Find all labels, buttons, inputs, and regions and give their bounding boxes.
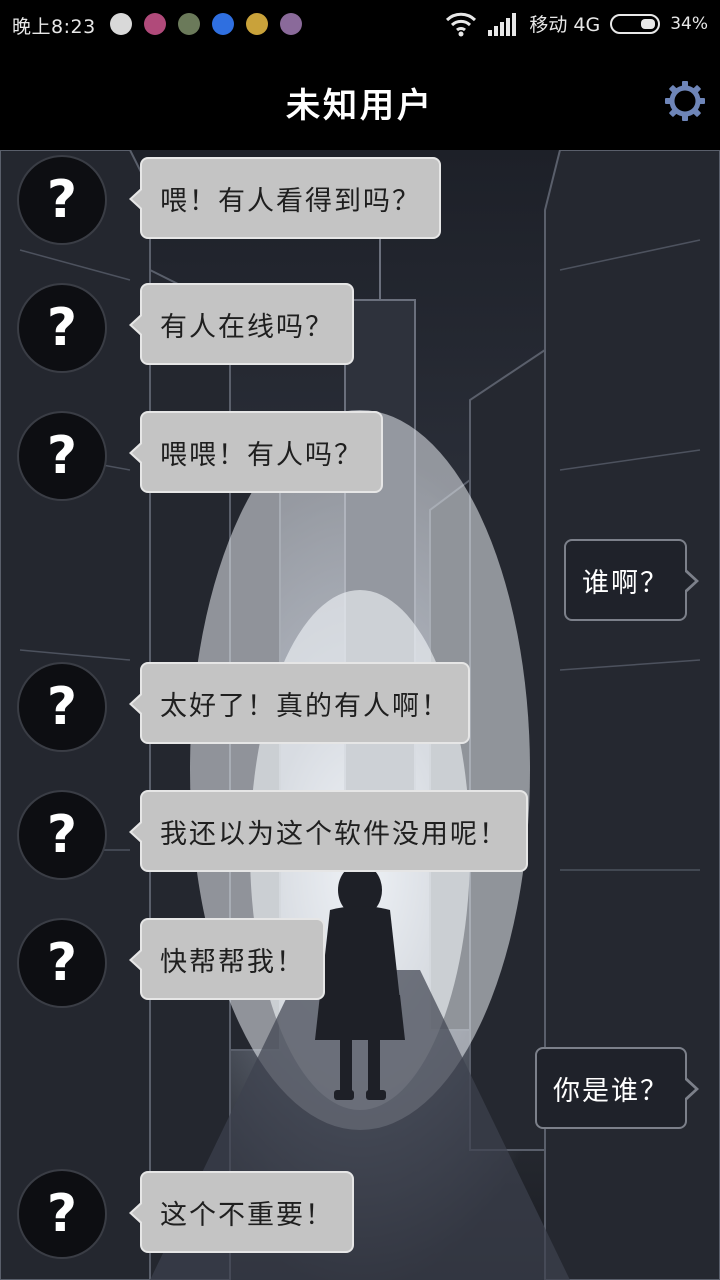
outgoing-message-bubble[interactable]: 谁啊？ xyxy=(564,539,699,621)
question-mark-icon: ? xyxy=(46,677,78,737)
carrier-label: 移动 4G xyxy=(529,14,601,36)
notification-icons xyxy=(110,13,302,35)
wifi-icon xyxy=(446,12,477,36)
incoming-message-bubble[interactable]: 快帮帮我！ xyxy=(129,918,325,1000)
incoming-message-bubble[interactable]: 喂！有人看得到吗？ xyxy=(129,157,441,239)
chat-area[interactable]: ? 喂！有人看得到吗？ ? 有人在线吗？ ? 喂喂！有人吗？ 谁啊？ ? 太好了… xyxy=(0,150,720,1280)
question-mark-icon: ? xyxy=(46,426,78,486)
battery-icon xyxy=(610,13,661,34)
settings-button[interactable] xyxy=(662,78,708,124)
page-title: 未知用户 xyxy=(286,86,434,126)
unknown-user-avatar[interactable]: ? xyxy=(17,918,107,1008)
app-screen: 晚上8:23 移动 4G 34% 未知用户 ? 喂！有人看得到吗？ ? 有人在线… xyxy=(0,0,720,1280)
question-mark-icon: ? xyxy=(46,170,78,230)
app-notification-icon xyxy=(178,13,200,35)
unknown-user-avatar[interactable]: ? xyxy=(17,283,107,373)
incoming-message-bubble[interactable]: 喂喂！有人吗？ xyxy=(129,411,383,493)
unknown-user-avatar[interactable]: ? xyxy=(17,1169,107,1259)
app-notification-icon xyxy=(280,13,302,35)
unknown-user-avatar[interactable]: ? xyxy=(17,790,107,880)
incoming-message-bubble[interactable]: 太好了！真的有人啊！ xyxy=(129,662,470,744)
app-notification-icon xyxy=(110,13,132,35)
unknown-user-avatar[interactable]: ? xyxy=(17,155,107,245)
question-mark-icon: ? xyxy=(46,298,78,358)
app-notification-icon xyxy=(246,13,268,35)
gear-icon xyxy=(665,81,705,121)
battery-percent: 34% xyxy=(670,13,708,34)
unknown-user-avatar[interactable]: ? xyxy=(17,411,107,501)
incoming-message-bubble[interactable]: 我还以为这个软件没用呢！ xyxy=(129,790,528,872)
battery-level xyxy=(641,18,656,29)
signal-icon xyxy=(488,12,517,36)
status-bar: 晚上8:23 移动 4G 34% xyxy=(0,0,720,50)
question-mark-icon: ? xyxy=(46,805,78,865)
status-time: 晚上8:23 xyxy=(12,16,96,38)
unknown-user-avatar[interactable]: ? xyxy=(17,662,107,752)
app-notification-icon xyxy=(144,13,166,35)
incoming-message-bubble[interactable]: 这个不重要！ xyxy=(129,1171,354,1253)
question-mark-icon: ? xyxy=(46,1184,78,1244)
outgoing-message-bubble[interactable]: 你是谁？ xyxy=(535,1047,699,1129)
incoming-message-bubble[interactable]: 有人在线吗？ xyxy=(129,283,354,365)
shield-check-icon xyxy=(212,13,234,35)
status-right: 移动 4G 34% xyxy=(445,10,708,37)
chat-header: 未知用户 xyxy=(0,50,720,150)
question-mark-icon: ? xyxy=(46,933,78,993)
